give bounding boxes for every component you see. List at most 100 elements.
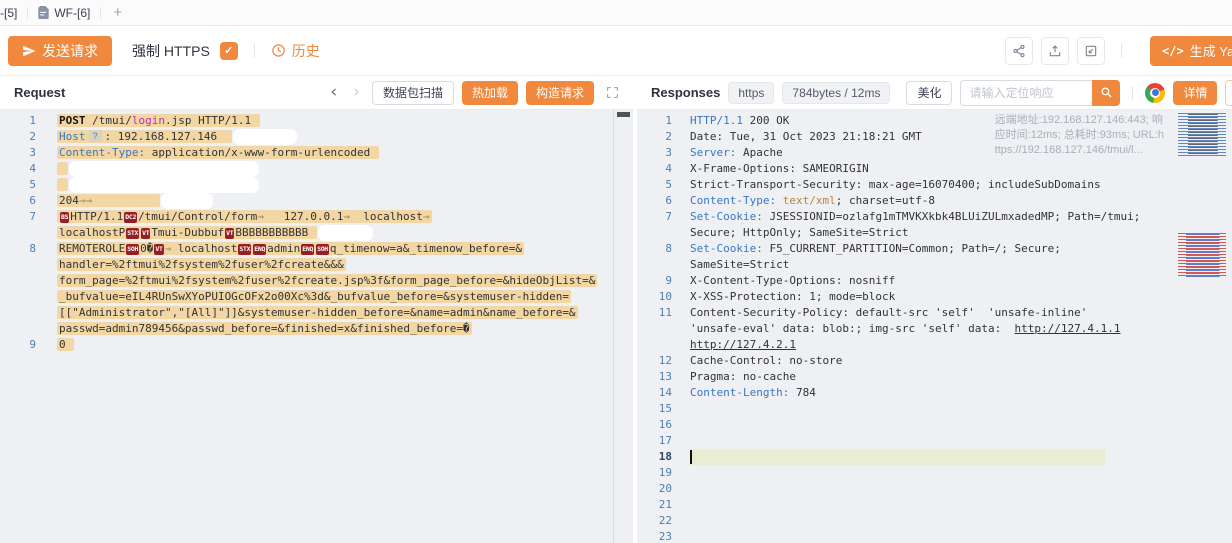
packet-highlight: POST /tmui/login.jsp HTTP/1.1 xyxy=(57,114,260,127)
code-line: 5 xyxy=(0,177,633,193)
import-edit-button[interactable] xyxy=(1077,37,1105,65)
line-number: 4 xyxy=(0,161,36,177)
chrome-icon[interactable] xyxy=(1145,83,1165,103)
next-packet-button[interactable]: › xyxy=(349,84,364,101)
line-content: handler=%2ftmui%2fsystem%2fuser%2fcreate… xyxy=(36,257,346,273)
line-content: Content-Type: application/x-www-form-url… xyxy=(36,145,379,161)
line-number: 16 xyxy=(637,417,672,433)
code-line: 11Content-Security-Policy: default-src '… xyxy=(637,305,1232,321)
tab-wf-6[interactable]: WF-[6] xyxy=(28,0,100,25)
generate-yaml-label: 生成 Yaml xyxy=(1190,41,1232,60)
tab-wf-5[interactable]: -[5] xyxy=(0,0,27,25)
line-content: SameSite=Strict xyxy=(672,257,789,273)
edit-box-icon xyxy=(1084,44,1098,58)
code-line: 10X-XSS-Protection: 1; mode=block xyxy=(637,289,1232,305)
packet-scan-button[interactable]: 数据包扫描 xyxy=(372,81,454,105)
packet-highlight: BSHTTP/1.1DC2/tmui/Control/form→ 127.0.0… xyxy=(57,210,432,223)
toolbar: 发送请求 强制 HTTPS ✓ 历史 xyxy=(0,26,1232,76)
code-line: 18 xyxy=(637,449,1232,465)
build-request-button[interactable]: 构造请求 xyxy=(526,81,594,105)
response-code: 1HTTP/1.1 200 OK2Date: Tue, 31 Oct 2023 … xyxy=(637,113,1232,543)
code-line: passwd=admin789456&passwd_before=&finish… xyxy=(0,321,633,337)
code-segment: Content-Type: xyxy=(59,146,145,159)
search-button[interactable] xyxy=(1092,80,1120,106)
code-segment: Set-Cookie: xyxy=(690,242,763,255)
request-panel: Request ‹ › 数据包扫描 热加载 构造请求 1POST /tmui/l… xyxy=(0,76,633,543)
code-segment: Apache xyxy=(736,146,782,159)
code-segment: Content-Length: xyxy=(690,386,789,399)
code-segment: /tmui/ xyxy=(86,114,132,127)
code-line: 2Host?: 192.168.127.146 xyxy=(0,129,633,145)
packet-highlight xyxy=(57,178,68,191)
request-editor[interactable]: 1POST /tmui/login.jsp HTTP/1.1 2Host?: 1… xyxy=(0,110,633,543)
size-time-badge: 784bytes / 12ms xyxy=(782,82,890,104)
line-content: Set-Cookie: JSESSIONID=ozlafg1mTMVKXkbk4… xyxy=(672,209,1147,225)
request-scrollbar[interactable] xyxy=(613,110,633,543)
details-button[interactable]: 详情 xyxy=(1173,81,1217,105)
scrollbar-thumb[interactable] xyxy=(617,112,630,117)
packet-highlight: 0 xyxy=(57,338,74,351)
fuzz-hint-badge: ? xyxy=(89,130,102,142)
line-number: 13 xyxy=(637,369,672,385)
export-button[interactable] xyxy=(1041,37,1069,65)
request-title: Request xyxy=(14,85,65,100)
share-button[interactable] xyxy=(1005,37,1033,65)
code-line: 4X-Frame-Options: SAMEORIGIN xyxy=(637,161,1232,177)
text-cursor xyxy=(690,450,692,464)
code-segment: Content-Security-Policy: default-src 'se… xyxy=(690,306,1094,319)
code-line: 20 xyxy=(637,481,1232,497)
prev-packet-button[interactable]: ‹ xyxy=(326,84,341,101)
upload-icon xyxy=(1048,44,1062,58)
code-segment: Host xyxy=(59,130,86,143)
code-line: 23 xyxy=(637,529,1232,543)
code-segment: form_page=%2ftmui%2fsystem%2fuser%2fcrea… xyxy=(59,274,595,287)
line-number: 8 xyxy=(637,241,672,257)
force-https-checkbox[interactable]: ✓ xyxy=(220,42,238,60)
code-segment: localhostP xyxy=(59,226,125,239)
line-number: 14 xyxy=(637,385,672,401)
line-number: 21 xyxy=(637,497,672,513)
code-line: 7BSHTTP/1.1DC2/tmui/Control/form→ 127.0.… xyxy=(0,209,633,225)
line-number: 12 xyxy=(637,353,672,369)
beautify-button[interactable]: 美化 xyxy=(906,81,952,105)
line-content: http://127.4.2.1 xyxy=(672,337,796,353)
response-header: Responses https 784bytes / 12ms 美化 详情 xyxy=(637,76,1232,110)
line-content: 204→→ xyxy=(36,193,213,209)
code-segment: handler=%2ftmui%2fsystem%2fuser%2fcreate… xyxy=(59,258,344,271)
hot-reload-button[interactable]: 热加载 xyxy=(462,81,518,105)
line-content: X-Frame-Options: SAMEORIGIN xyxy=(672,161,869,177)
code-line: 4 xyxy=(0,161,633,177)
response-editor[interactable]: 1HTTP/1.1 200 OK2Date: Tue, 31 Oct 2023 … xyxy=(637,110,1232,543)
line-content: Date: Tue, 31 Oct 2023 21:18:21 GMT xyxy=(672,129,922,145)
comment-button[interactable] xyxy=(1225,80,1232,106)
code-segment: [["Administrator","[All]"]]&systemuser-h… xyxy=(59,306,576,319)
control-char-badge: ENQ xyxy=(301,244,314,255)
code-line: 8Set-Cookie: F5_CURRENT_PARTITION=Common… xyxy=(637,241,1232,257)
request-code: 1POST /tmui/login.jsp HTTP/1.1 2Host?: 1… xyxy=(0,113,633,353)
minimap[interactable] xyxy=(1174,110,1232,543)
packet-highlight: form_page=%2ftmui%2fsystem%2fuser%2fcrea… xyxy=(57,274,597,287)
code-line: 21 xyxy=(637,497,1232,513)
code-line: _bufvalue=eIL4RUnSwXYoPUIOGcOFx2o00Xc%3d… xyxy=(0,289,633,305)
fullscreen-icon[interactable] xyxy=(606,86,619,99)
code-segment: q_timenow=a&_timenow_before=& xyxy=(330,242,522,255)
history-button[interactable]: 历史 xyxy=(271,41,320,61)
code-segment: Secure; HttpOnly; SameSite=Strict xyxy=(690,226,909,239)
generate-yaml-button[interactable]: </> 生成 Yaml xyxy=(1150,36,1232,66)
new-tab-button[interactable]: + xyxy=(101,0,134,25)
control-char-badge: BS xyxy=(60,212,69,223)
code-line: 12Cache-Control: no-store xyxy=(637,353,1232,369)
main-split: Request ‹ › 数据包扫描 热加载 构造请求 1POST /tmui/l… xyxy=(0,76,1232,543)
send-request-button[interactable]: 发送请求 xyxy=(8,36,112,66)
meta-line: 远端地址:192.168.127.146:443; 响 xyxy=(995,113,1164,128)
share-icon xyxy=(1012,44,1026,58)
search-input[interactable] xyxy=(960,80,1092,106)
line-number: 9 xyxy=(637,273,672,289)
code-segment: Date: Tue, 31 Oct 2023 21:18:21 GMT xyxy=(690,130,922,143)
app-window: -[5] WF-[6] + 发送请求 强制 HTTPS ✓ 历史 xyxy=(0,0,1232,543)
line-number: 2 xyxy=(0,129,36,145)
packet-highlight: Content-Type: application/x-www-form-url… xyxy=(57,146,379,159)
history-label: 历史 xyxy=(292,41,320,61)
line-content: X-XSS-Protection: 1; mode=block xyxy=(672,289,895,305)
packet-highlight: passwd=admin789456&passwd_before=&finish… xyxy=(57,322,472,335)
